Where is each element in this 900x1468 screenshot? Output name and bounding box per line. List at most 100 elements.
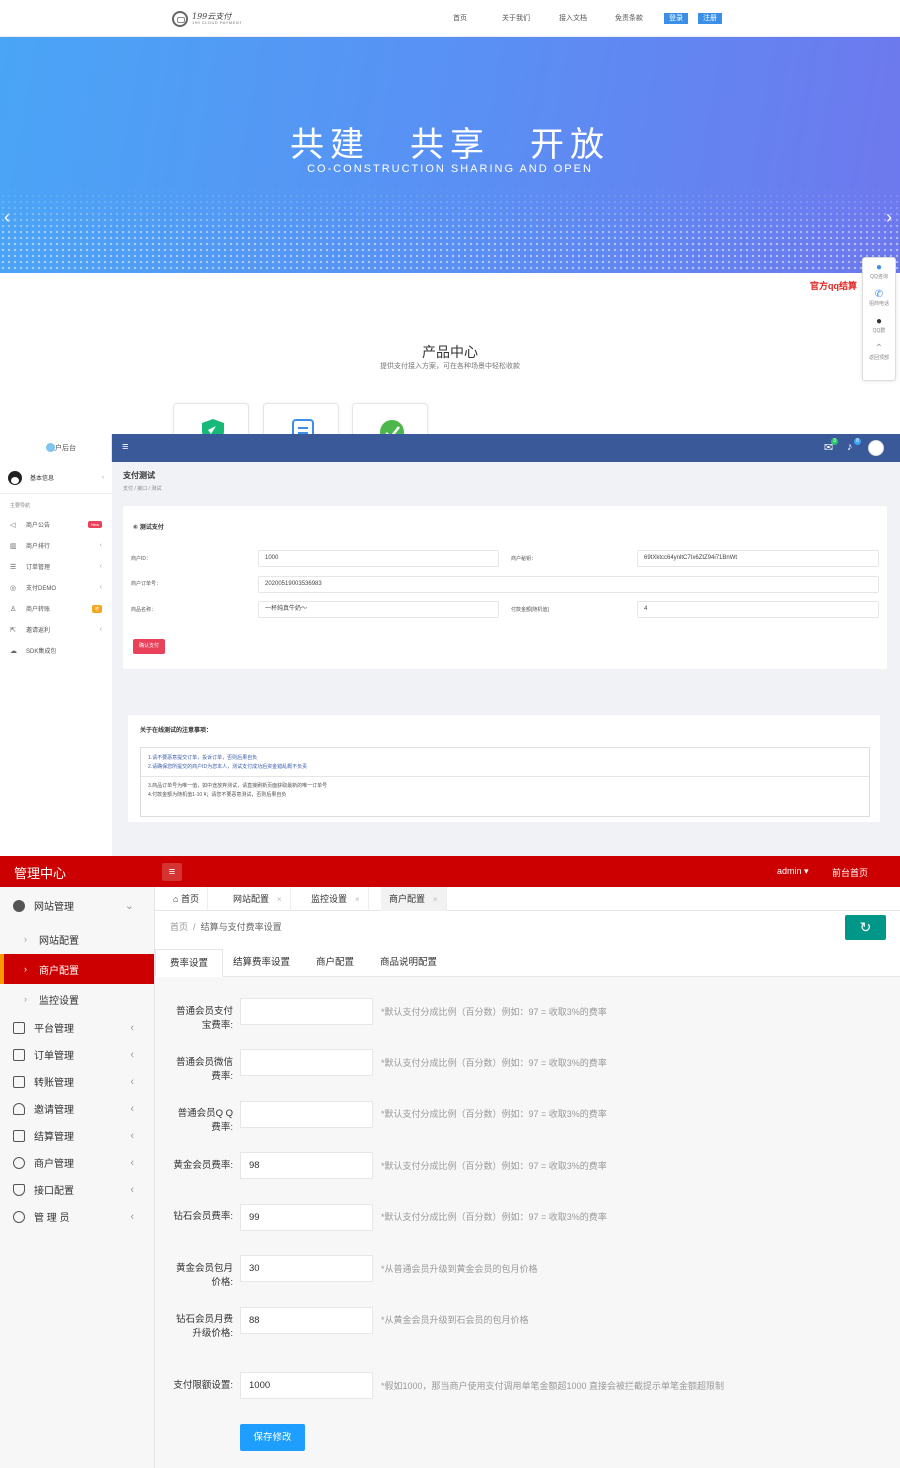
admin-user-menu[interactable]: admin ▾	[777, 866, 809, 877]
card-title: ⑥ 测试支付	[133, 525, 164, 531]
product-center-title: 产品中心	[422, 344, 478, 360]
sidebar-item-ranking[interactable]: ▥ 商户排行 ‹	[0, 535, 112, 556]
bell-icon[interactable]: ♪	[847, 441, 853, 453]
tab-home[interactable]: ⌂ 首页	[165, 887, 208, 911]
sidebar-item-label: 网站管理	[34, 902, 74, 913]
subtab-settlement-rate[interactable]: 结算费率设置	[219, 949, 304, 977]
breadcrumb-current: 结算与支付费率设置	[200, 922, 282, 932]
sidebar-item-platform[interactable]: 平台管理 ‹	[0, 1014, 154, 1041]
sidebar-item-invites[interactable]: 邀请管理 ‹	[0, 1095, 154, 1122]
sidebar-item-invite[interactable]: ⇱ 邀请返利 ‹	[0, 619, 112, 640]
subtab-product-desc[interactable]: 商品说明配置	[366, 949, 451, 977]
sidebar-item-api-config[interactable]: 接口配置 ‹	[0, 1176, 154, 1203]
refresh-button[interactable]: ↻	[845, 915, 886, 940]
pay-limit-label: 支付限额设置:	[173, 1380, 233, 1391]
sidebar-item-orders[interactable]: ☰ 订单管理 ‹	[0, 556, 112, 577]
gold-rate-input[interactable]: 98	[240, 1152, 373, 1179]
merchant-sidebar: 基本信息 ‹ 主要导航 ◁ 商户公告 New ▥ 商户排行 ‹ ☰ 订单管理 ‹ ◎ 支付DE…	[0, 462, 112, 856]
sidebar-item-settlement[interactable]: 结算管理 ‹	[0, 1122, 154, 1149]
diamond-rate-input[interactable]: 99	[240, 1204, 373, 1231]
sidebar-item-pay-demo[interactable]: ◎ 支付DEMO ‹	[0, 577, 112, 598]
sidebar-sub-monitor[interactable]: › 监控设置	[0, 984, 154, 1014]
merchant-id-label: 商户ID：	[131, 556, 152, 562]
sidebar-item-announcements[interactable]: ◁ 商户公告 New	[0, 514, 112, 535]
qq-group-button[interactable]: ● QQ群	[863, 312, 895, 339]
tab-merchant-config[interactable]: 商户配置 ×	[381, 887, 447, 911]
sidebar-item-label: 商户转账	[26, 607, 51, 613]
wechat-rate-input[interactable]	[240, 1049, 373, 1076]
tab-monitor[interactable]: 监控设置 ×	[303, 887, 369, 911]
close-icon[interactable]: ×	[277, 895, 282, 904]
qq-group-label: QQ群	[872, 328, 886, 334]
product-card-check[interactable]	[352, 403, 428, 434]
merchant-brand[interactable]: 商户后台	[0, 434, 112, 462]
user-info[interactable]: 基本信息 ‹	[0, 462, 112, 494]
qq-rate-input[interactable]	[240, 1101, 373, 1128]
caret-down-icon: ▾	[804, 866, 809, 876]
merchant-key-field[interactable]: 69tXktcc64ynltC7Ix6ZtZ94i71BnWt	[637, 550, 879, 567]
sidebar-item-orders[interactable]: 订单管理 ‹	[0, 1041, 154, 1068]
sidebar-sub-merchant-config[interactable]: › 商户配置	[0, 954, 154, 984]
subtab-merchant-config[interactable]: 商户配置	[302, 949, 368, 977]
user-avatar[interactable]	[868, 440, 884, 456]
tab-site-config[interactable]: 网站配置 ×	[225, 887, 291, 911]
sidebar-item-admins[interactable]: 管 理 员 ‹	[0, 1203, 154, 1230]
merchant-key-label: 商户秘钥：	[511, 556, 537, 562]
sidebar-item-transfer[interactable]: ♙ 商户转账 转	[0, 598, 112, 619]
alipay-rate-input[interactable]	[240, 998, 373, 1025]
qq-settlement-tip[interactable]: 官方qq结算	[810, 279, 857, 292]
subtab-rate[interactable]: 费率设置	[155, 949, 224, 977]
chevron-right-icon[interactable]: ›	[886, 207, 892, 228]
nav-home[interactable]: 首页	[453, 13, 467, 23]
chevron-right-icon: ›	[24, 994, 27, 1004]
site-logo[interactable]: 199云支付 199 CLOUD PAYMENT	[172, 9, 244, 29]
sidebar-item-label: 转账管理	[34, 1078, 74, 1089]
sidebar-item-transfers[interactable]: 转账管理 ‹	[0, 1068, 154, 1095]
login-button[interactable]: 登录	[664, 13, 688, 24]
chevron-right-icon: ›	[24, 934, 27, 944]
document-icon	[13, 1129, 25, 1142]
diamond-upgrade-input[interactable]: 88	[240, 1307, 373, 1334]
diamond-upgrade-label: 钻石会员月费升级价格:	[175, 1314, 233, 1339]
chevron-left-icon: ‹	[99, 626, 102, 633]
sidebar-item-merchants[interactable]: 商户管理 ‹	[0, 1149, 154, 1176]
sidebar-item-site-management[interactable]: 网站管理 ⌄	[0, 887, 154, 924]
menu-toggle-icon[interactable]: ≡	[162, 863, 182, 881]
order-no-field[interactable]: 20200519003536983	[258, 576, 879, 593]
amount-field[interactable]: 4	[637, 601, 879, 618]
share-icon: ⇱	[10, 626, 16, 634]
product-name-field[interactable]: 一杯纯真牛奶～	[258, 601, 499, 618]
register-button[interactable]: 注册	[698, 13, 722, 24]
product-card-security[interactable]	[173, 403, 249, 434]
qq-consult-button[interactable]: ● QQ咨询	[863, 258, 895, 285]
nav-section-label: 主要导航	[10, 503, 31, 509]
merchant-id-field[interactable]: 1000	[258, 550, 499, 567]
nav-disclaimer[interactable]: 免责条款	[615, 13, 643, 23]
tab-label: 首页	[180, 894, 199, 904]
save-button[interactable]: 保存修改	[240, 1424, 305, 1451]
product-card-document[interactable]	[263, 403, 339, 434]
menu-toggle-icon[interactable]: ≡	[122, 441, 128, 453]
sidebar-item-label: 平台管理	[34, 1024, 74, 1035]
nav-about[interactable]: 关于我们	[502, 13, 530, 23]
sidebar-item-label: 支付DEMO	[26, 586, 57, 592]
qq-icon: ●	[875, 262, 883, 273]
front-home-link[interactable]: 前台首页	[832, 866, 868, 879]
admin-logo[interactable]: 管理中心	[14, 863, 66, 882]
close-icon[interactable]: ×	[355, 895, 360, 904]
nav-docs[interactable]: 接入文档	[559, 13, 587, 23]
breadcrumb-home[interactable]: 首页	[170, 922, 188, 932]
close-icon[interactable]: ×	[433, 895, 438, 904]
admin-sidebar: 网站管理 ⌄ › 网站配置 › 商户配置 › 监控设置 平台管理 ‹ 订单管理 ‹ 转账管理…	[0, 887, 155, 1468]
gold-monthly-input[interactable]: 30	[240, 1255, 373, 1282]
sidebar-sub-site-config[interactable]: › 网站配置	[0, 924, 154, 954]
phone-button[interactable]: ✆ 招商电话	[863, 285, 895, 312]
sidebar-item-sdk[interactable]: ☁ SDK集成包	[0, 640, 112, 661]
confirm-pay-button[interactable]: 确认支付	[133, 639, 166, 654]
sidebar-item-label: 商户排行	[26, 544, 51, 550]
qq-rate-label: 普通会员Q Q费率:	[177, 1108, 233, 1133]
chevron-left-icon[interactable]: ‹	[4, 207, 10, 228]
user-info-label: 基本信息	[30, 476, 55, 482]
user-circle-icon	[13, 1156, 25, 1169]
pay-limit-input[interactable]: 1000	[240, 1372, 373, 1399]
